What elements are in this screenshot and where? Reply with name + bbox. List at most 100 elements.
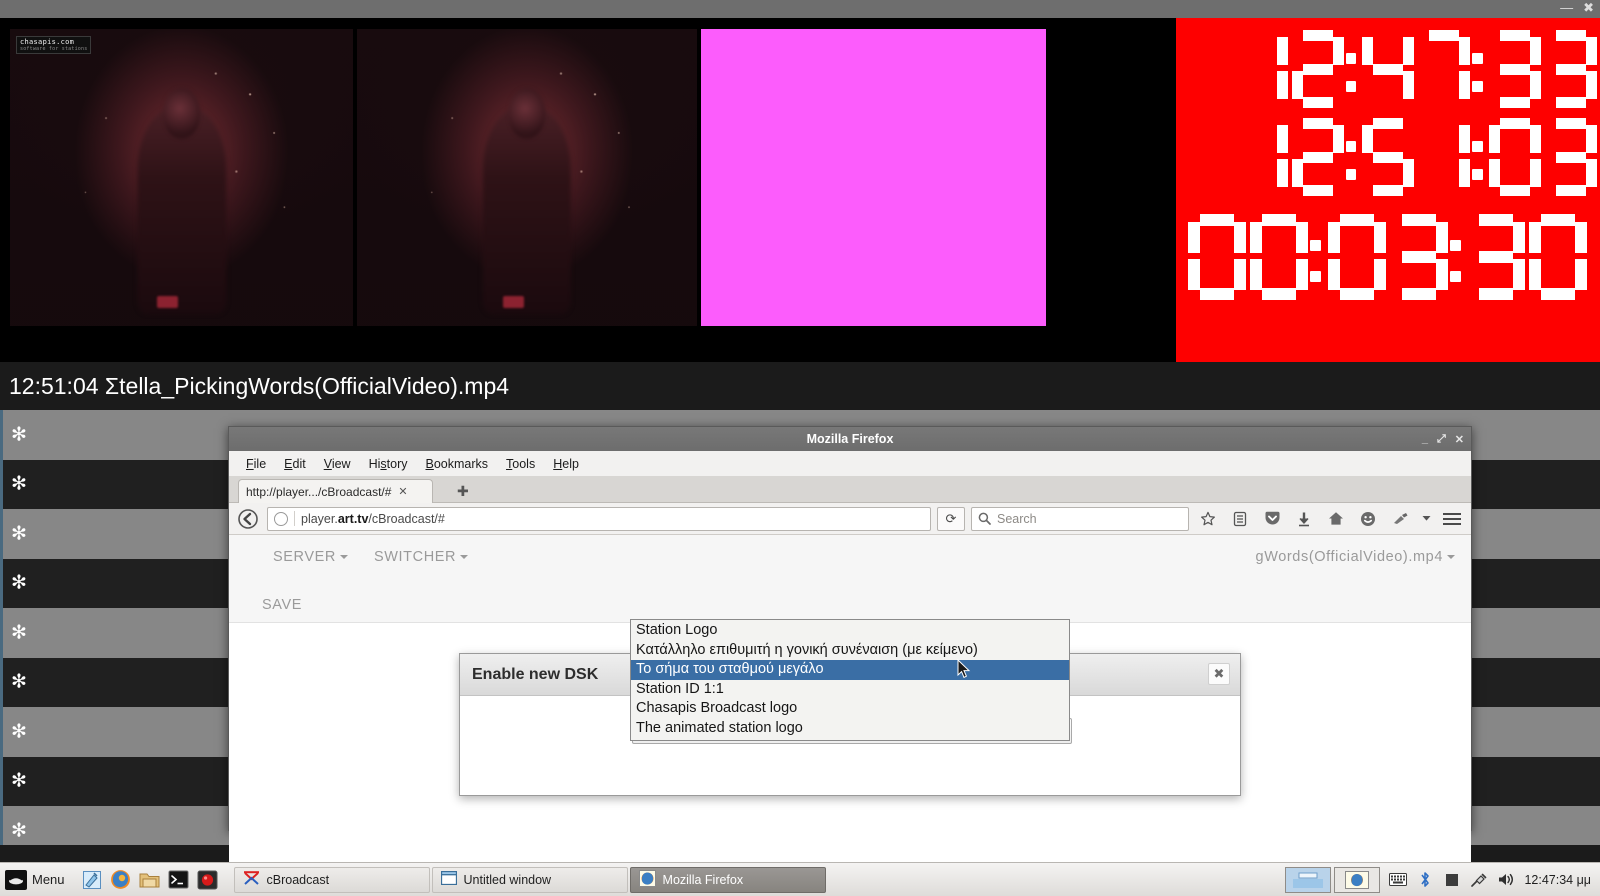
seven-segment-colon xyxy=(1472,30,1486,108)
reader-list-icon[interactable] xyxy=(1227,506,1253,532)
menu-item-file[interactable]: File xyxy=(237,454,275,474)
pocket-icon[interactable] xyxy=(1259,506,1285,532)
tray-clock[interactable]: 12:47:34 μμ xyxy=(1524,873,1591,887)
menu-item-history[interactable]: History xyxy=(360,454,417,474)
seven-segment-digit xyxy=(1545,30,1597,108)
firefox-icon[interactable] xyxy=(109,868,133,892)
menu-item-view[interactable]: View xyxy=(315,454,360,474)
clock-end-time xyxy=(1234,118,1599,196)
bluetooth-icon[interactable] xyxy=(1416,871,1434,889)
firefox-menubar: File Edit View History Bookmarks Tools Help xyxy=(229,451,1471,476)
clock-remaining-time xyxy=(1186,214,1589,300)
dsk-option[interactable]: Station ID 1:1 xyxy=(631,680,1069,700)
seven-segment-digit xyxy=(1489,30,1541,108)
menu-item-help[interactable]: Help xyxy=(544,454,588,474)
tab-close-icon[interactable]: ✕ xyxy=(398,485,407,498)
url-bar[interactable]: player.art.tv/cBroadcast/# xyxy=(267,506,931,531)
caret-down-icon xyxy=(1447,555,1455,560)
switcher-menu-label: SWITCHER xyxy=(374,549,457,565)
playlist-row-marker: ✻ xyxy=(11,622,27,644)
download-icon[interactable] xyxy=(1291,506,1317,532)
dsk-option[interactable]: The animated station logo xyxy=(631,719,1069,739)
terminal-icon[interactable] xyxy=(167,868,191,892)
start-menu-button[interactable]: Menu xyxy=(0,863,72,896)
file-menu-label: gWords(OfficialVideo).mp4 xyxy=(1255,549,1443,565)
dsk-option[interactable]: Κατάλληλο επιθυμιτή η γονική συνέναιση (… xyxy=(631,641,1069,661)
playlist-row-marker: ✻ xyxy=(11,721,27,743)
seven-segment-colon xyxy=(1346,30,1360,108)
reload-button[interactable]: ⟳ xyxy=(937,506,965,531)
desktop: — ✖ chasapis.com software for stations 1… xyxy=(0,0,1600,896)
seven-segment-digit xyxy=(1327,214,1386,300)
globe-icon xyxy=(274,511,288,526)
plugin-icon[interactable] xyxy=(1387,506,1413,532)
modal-close-button[interactable]: ✖ xyxy=(1208,663,1230,685)
taskbar-task-label: Untitled window xyxy=(463,872,552,887)
browser-tab-label: http://player.../cBroadcast/# xyxy=(246,484,392,499)
minimize-icon[interactable]: — xyxy=(1560,1,1573,15)
record-icon[interactable] xyxy=(196,868,220,892)
firefox-title-text: Mozilla Firefox xyxy=(806,432,894,446)
caret-down-icon xyxy=(339,555,348,560)
keyboard-icon[interactable] xyxy=(1389,871,1408,889)
preview-dsk-key[interactable] xyxy=(701,29,1046,326)
seven-segment-digit xyxy=(1467,214,1526,300)
seven-segment-digit xyxy=(1362,30,1415,108)
clock-panel xyxy=(1176,18,1600,362)
text-editor-icon[interactable] xyxy=(80,868,104,892)
hamburger-menu-icon[interactable] xyxy=(1439,506,1465,532)
chevron-down-icon[interactable] xyxy=(1419,506,1433,532)
menu-item-edit[interactable]: Edit xyxy=(275,454,315,474)
seven-segment-digit xyxy=(1292,30,1344,108)
start-menu-label: Menu xyxy=(32,872,65,887)
workspace-2[interactable] xyxy=(1334,866,1381,893)
seven-segment-colon xyxy=(1346,118,1360,196)
minimize-icon[interactable]: _ xyxy=(1422,433,1428,445)
dsk-option[interactable]: Station Logo xyxy=(631,621,1069,641)
search-icon xyxy=(978,512,991,525)
seven-segment-colon xyxy=(1449,214,1466,300)
preview-preview[interactable] xyxy=(357,29,697,326)
maximize-icon[interactable]: ⤢ xyxy=(1437,433,1446,446)
workspace-pager[interactable] xyxy=(1285,866,1381,893)
dsk-option[interactable]: Το σήμα του σταθμού μεγάλο xyxy=(631,660,1069,680)
dsk-select-dropdown[interactable]: Station Logo Κατάλληλο επιθυμιτή η γονική… xyxy=(630,619,1070,741)
window-icon xyxy=(440,870,457,888)
quick-launchers xyxy=(72,868,228,892)
volume-icon[interactable] xyxy=(1497,871,1515,889)
smiley-icon[interactable] xyxy=(1355,506,1381,532)
file-manager-icon[interactable] xyxy=(138,868,162,892)
taskbar-task-label: cBroadcast xyxy=(266,872,330,887)
dsk-option[interactable]: Chasapis Broadcast logo xyxy=(631,699,1069,719)
preview-program[interactable]: chasapis.com software for stations xyxy=(10,29,353,326)
menu-item-bookmarks[interactable]: Bookmarks xyxy=(417,454,498,474)
seven-segment-digit xyxy=(1418,30,1471,108)
close-icon[interactable]: ✖ xyxy=(1583,1,1594,15)
network-plug-icon[interactable] xyxy=(1470,871,1488,889)
save-button[interactable]: SAVE xyxy=(262,597,302,613)
taskbar-task[interactable]: cBroadcast xyxy=(233,866,430,893)
url-separator xyxy=(294,511,295,526)
cbroadcast-icon xyxy=(243,870,260,889)
browser-tab[interactable]: http://player.../cBroadcast/# ✕ xyxy=(238,479,433,503)
workspace-1[interactable] xyxy=(1285,866,1332,893)
server-menu[interactable]: SERVER xyxy=(273,549,348,565)
file-menu[interactable]: gWords(OfficialVideo).mp4 xyxy=(1256,549,1455,565)
url-prefix: player. xyxy=(301,511,338,526)
playlist-row-marker: ✻ xyxy=(11,770,27,792)
close-icon[interactable]: ✕ xyxy=(1455,433,1464,446)
playlist-row-marker: ✻ xyxy=(11,523,27,545)
taskbar-task[interactable]: Mozilla Firefox xyxy=(629,866,826,893)
search-input[interactable]: Search xyxy=(971,506,1189,531)
star-icon[interactable] xyxy=(1195,506,1221,532)
new-tab-icon[interactable]: ✚ xyxy=(457,483,469,500)
system-tray: 12:47:34 μμ xyxy=(1285,866,1600,893)
back-button[interactable] xyxy=(235,506,261,532)
menu-item-tools[interactable]: Tools xyxy=(497,454,544,474)
menu-mouse-icon xyxy=(5,869,27,890)
switcher-menu[interactable]: SWITCHER xyxy=(374,549,469,565)
home-icon[interactable] xyxy=(1323,506,1349,532)
display-icon[interactable] xyxy=(1443,871,1461,889)
clock-current-time xyxy=(1234,30,1599,108)
taskbar-task[interactable]: Untitled window xyxy=(431,866,628,893)
